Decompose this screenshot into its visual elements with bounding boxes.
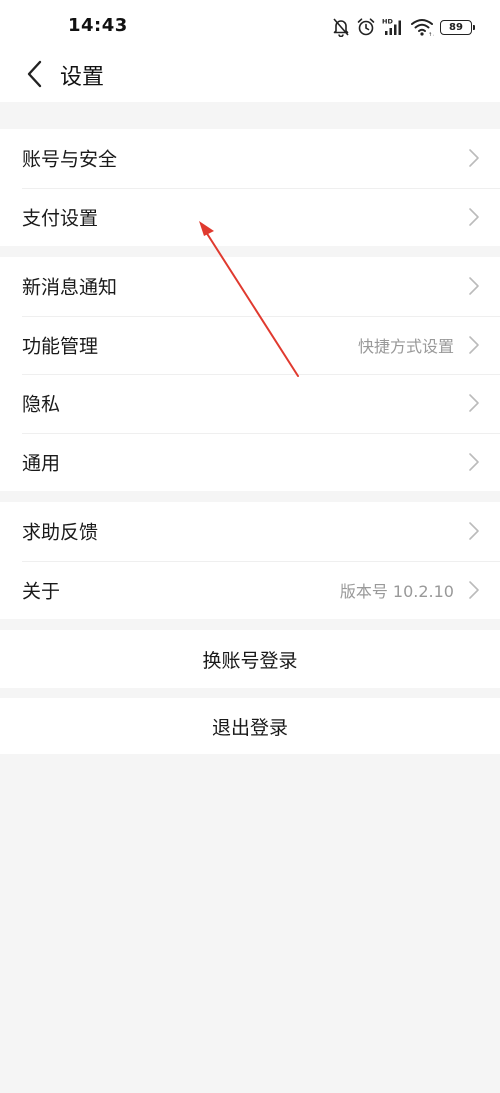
settings-item-feature-management[interactable]: 功能管理 快捷方式设置 bbox=[0, 315, 500, 375]
switch-account-label: 换账号登录 bbox=[202, 649, 298, 672]
chevron-left-icon bbox=[27, 60, 42, 88]
settings-group-general: 新消息通知 功能管理 快捷方式设置 隐私 通用 bbox=[0, 257, 500, 491]
status-icons: HD ↑↓ 89 bbox=[332, 14, 475, 40]
page-title: 设置 bbox=[60, 65, 105, 90]
chevron-right-icon bbox=[469, 207, 479, 226]
settings-item-privacy[interactable]: 隐私 bbox=[0, 374, 500, 433]
settings-item-label: 账号与安全 bbox=[22, 148, 118, 171]
battery-level: 89 bbox=[449, 21, 463, 33]
settings-item-account-security[interactable]: 账号与安全 bbox=[0, 129, 500, 188]
hd-signal-icon: HD bbox=[382, 17, 404, 37]
settings-item-general[interactable]: 通用 bbox=[0, 432, 500, 492]
settings-item-label: 支付设置 bbox=[22, 207, 99, 230]
chevron-right-icon bbox=[469, 522, 479, 541]
settings-item-label: 关于 bbox=[22, 580, 61, 603]
back-button[interactable] bbox=[14, 56, 54, 92]
status-bar: 14:43 HD ↑ 89 bbox=[0, 0, 500, 56]
settings-item-payment[interactable]: 支付设置 bbox=[0, 187, 500, 247]
chevron-right-icon bbox=[469, 580, 479, 599]
svg-text:↑↓: ↑↓ bbox=[428, 32, 434, 37]
settings-item-value: 版本号 10.2.10 bbox=[339, 581, 454, 601]
status-time: 14:43 bbox=[68, 15, 128, 36]
settings-item-label: 隐私 bbox=[22, 393, 61, 416]
chevron-right-icon bbox=[469, 277, 479, 296]
battery-icon: 89 bbox=[440, 19, 475, 35]
svg-text:HD: HD bbox=[382, 18, 393, 26]
wifi-icon: ↑↓ bbox=[410, 17, 434, 37]
settings-group-account: 账号与安全 支付设置 bbox=[0, 129, 500, 246]
settings-group-support: 求助反馈 关于 版本号 10.2.10 bbox=[0, 502, 500, 619]
switch-account-button[interactable]: 换账号登录 bbox=[0, 630, 500, 688]
logout-label: 退出登录 bbox=[211, 716, 288, 739]
chevron-right-icon bbox=[469, 335, 479, 354]
settings-item-about[interactable]: 关于 版本号 10.2.10 bbox=[0, 560, 500, 620]
alarm-icon bbox=[356, 17, 376, 37]
chevron-right-icon bbox=[469, 394, 479, 413]
settings-item-label: 求助反馈 bbox=[22, 521, 99, 544]
settings-item-notifications[interactable]: 新消息通知 bbox=[0, 257, 500, 316]
nav-bar: 设置 bbox=[0, 56, 500, 102]
bell-muted-icon bbox=[332, 17, 350, 37]
chevron-right-icon bbox=[469, 452, 479, 471]
settings-item-help-feedback[interactable]: 求助反馈 bbox=[0, 502, 500, 561]
logout-button[interactable]: 退出登录 bbox=[0, 698, 500, 754]
settings-item-value: 快捷方式设置 bbox=[357, 336, 454, 356]
settings-item-label: 新消息通知 bbox=[22, 276, 118, 299]
settings-item-label: 功能管理 bbox=[22, 335, 99, 358]
chevron-right-icon bbox=[469, 149, 479, 168]
settings-item-label: 通用 bbox=[22, 452, 61, 475]
